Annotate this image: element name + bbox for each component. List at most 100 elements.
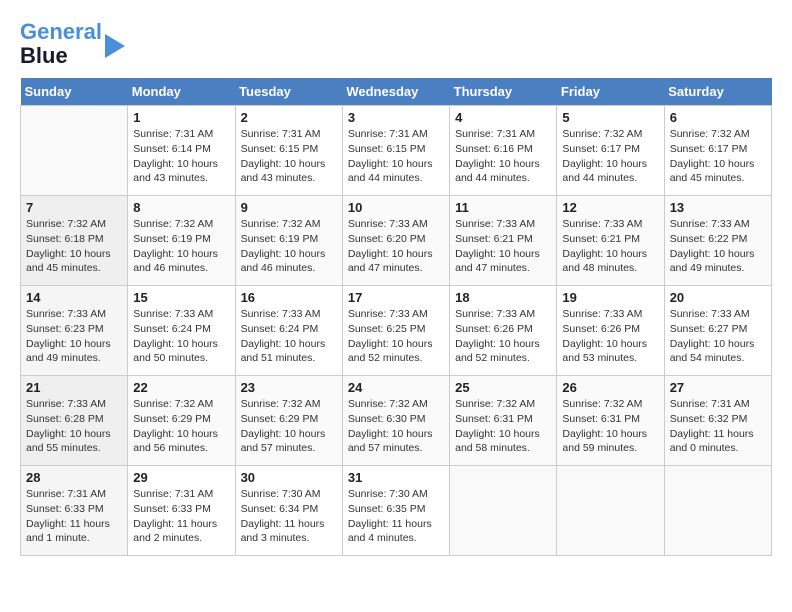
day-number: 7: [26, 200, 122, 215]
day-number: 15: [133, 290, 229, 305]
week-row-1: 1 Sunrise: 7:31 AM Sunset: 6:14 PM Daylig…: [21, 106, 772, 196]
day-number: 1: [133, 110, 229, 125]
day-detail: Sunrise: 7:32 AM Sunset: 6:31 PM Dayligh…: [455, 397, 551, 456]
calendar-table: SundayMondayTuesdayWednesdayThursdayFrid…: [20, 78, 772, 556]
calendar-cell: 22 Sunrise: 7:32 AM Sunset: 6:29 PM Dayli…: [128, 376, 235, 466]
day-detail: Sunrise: 7:33 AM Sunset: 6:21 PM Dayligh…: [562, 217, 658, 276]
calendar-cell: 17Sunrise: 7:33 AM Sunset: 6:25 PM Dayli…: [342, 286, 449, 376]
logo-text-blue: Blue: [20, 44, 102, 68]
calendar-cell: 18 Sunrise: 7:33 AM Sunset: 6:26 PM Dayli…: [450, 286, 557, 376]
calendar-cell: 21 Sunrise: 7:33 AM Sunset: 6:28 PM Dayli…: [21, 376, 128, 466]
day-number: 4: [455, 110, 551, 125]
day-detail: Sunrise: 7:31 AM Sunset: 6:16 PM Dayligh…: [455, 127, 551, 186]
day-detail: Sunrise: 7:32 AM Sunset: 6:17 PM Dayligh…: [670, 127, 766, 186]
calendar-cell: 7 Sunrise: 7:32 AM Sunset: 6:18 PM Daylig…: [21, 196, 128, 286]
calendar-cell: 20 Sunrise: 7:33 AM Sunset: 6:27 PM Dayli…: [664, 286, 771, 376]
calendar-cell: 6 Sunrise: 7:32 AM Sunset: 6:17 PM Daylig…: [664, 106, 771, 196]
day-number: 24: [348, 380, 444, 395]
day-detail: Sunrise: 7:33 AM Sunset: 6:24 PM Dayligh…: [241, 307, 337, 366]
day-number: 8: [133, 200, 229, 215]
day-number: 13: [670, 200, 766, 215]
day-detail: Sunrise: 7:30 AM Sunset: 6:34 PM Dayligh…: [241, 487, 337, 546]
col-header-sunday: Sunday: [21, 78, 128, 106]
day-detail: Sunrise: 7:33 AM Sunset: 6:23 PM Dayligh…: [26, 307, 122, 366]
day-number: 21: [26, 380, 122, 395]
calendar-cell: [557, 466, 664, 556]
calendar-cell: 2 Sunrise: 7:31 AM Sunset: 6:15 PM Daylig…: [235, 106, 342, 196]
day-detail: Sunrise: 7:32 AM Sunset: 6:29 PM Dayligh…: [133, 397, 229, 456]
day-number: 31: [348, 470, 444, 485]
col-header-wednesday: Wednesday: [342, 78, 449, 106]
day-detail: Sunrise: 7:31 AM Sunset: 6:14 PM Dayligh…: [133, 127, 229, 186]
page-header: General Blue: [20, 20, 772, 68]
calendar-cell: 10 Sunrise: 7:33 AM Sunset: 6:20 PM Dayli…: [342, 196, 449, 286]
calendar-cell: [450, 466, 557, 556]
day-number: 30: [241, 470, 337, 485]
day-detail: Sunrise: 7:33 AM Sunset: 6:20 PM Dayligh…: [348, 217, 444, 276]
calendar-cell: [21, 106, 128, 196]
calendar-cell: 26 Sunrise: 7:32 AM Sunset: 6:31 PM Dayli…: [557, 376, 664, 466]
col-header-thursday: Thursday: [450, 78, 557, 106]
col-header-tuesday: Tuesday: [235, 78, 342, 106]
calendar-cell: 11 Sunrise: 7:33 AM Sunset: 6:21 PM Dayli…: [450, 196, 557, 286]
day-detail: Sunrise: 7:31 AM Sunset: 6:15 PM Dayligh…: [241, 127, 337, 186]
calendar-cell: 4 Sunrise: 7:31 AM Sunset: 6:16 PM Daylig…: [450, 106, 557, 196]
day-detail: Sunrise: 7:33 AM Sunset: 6:27 PM Dayligh…: [670, 307, 766, 366]
calendar-cell: 23 Sunrise: 7:32 AM Sunset: 6:29 PM Dayli…: [235, 376, 342, 466]
calendar-cell: 8Sunrise: 7:32 AM Sunset: 6:19 PM Daylig…: [128, 196, 235, 286]
calendar-cell: 3Sunrise: 7:31 AM Sunset: 6:15 PM Daylig…: [342, 106, 449, 196]
day-number: 22: [133, 380, 229, 395]
col-header-friday: Friday: [557, 78, 664, 106]
calendar-cell: 24 Sunrise: 7:32 AM Sunset: 6:30 PM Dayli…: [342, 376, 449, 466]
calendar-cell: 1 Sunrise: 7:31 AM Sunset: 6:14 PM Daylig…: [128, 106, 235, 196]
calendar-cell: 14 Sunrise: 7:33 AM Sunset: 6:23 PM Dayli…: [21, 286, 128, 376]
day-detail: Sunrise: 7:30 AM Sunset: 6:35 PM Dayligh…: [348, 487, 444, 546]
calendar-cell: 9 Sunrise: 7:32 AM Sunset: 6:19 PM Daylig…: [235, 196, 342, 286]
day-number: 10: [348, 200, 444, 215]
day-detail: Sunrise: 7:33 AM Sunset: 6:24 PM Dayligh…: [133, 307, 229, 366]
day-number: 5: [562, 110, 658, 125]
calendar-cell: 30 Sunrise: 7:30 AM Sunset: 6:34 PM Dayli…: [235, 466, 342, 556]
week-row-4: 21 Sunrise: 7:33 AM Sunset: 6:28 PM Dayli…: [21, 376, 772, 466]
day-number: 20: [670, 290, 766, 305]
day-detail: Sunrise: 7:33 AM Sunset: 6:26 PM Dayligh…: [455, 307, 551, 366]
day-number: 28: [26, 470, 122, 485]
day-number: 26: [562, 380, 658, 395]
header-row: SundayMondayTuesdayWednesdayThursdayFrid…: [21, 78, 772, 106]
day-number: 23: [241, 380, 337, 395]
day-detail: Sunrise: 7:33 AM Sunset: 6:22 PM Dayligh…: [670, 217, 766, 276]
day-number: 14: [26, 290, 122, 305]
logo-arrow-icon: [105, 34, 125, 58]
day-detail: Sunrise: 7:32 AM Sunset: 6:29 PM Dayligh…: [241, 397, 337, 456]
day-number: 29: [133, 470, 229, 485]
col-header-monday: Monday: [128, 78, 235, 106]
calendar-cell: 25 Sunrise: 7:32 AM Sunset: 6:31 PM Dayli…: [450, 376, 557, 466]
calendar-cell: 27 Sunrise: 7:31 AM Sunset: 6:32 PM Dayli…: [664, 376, 771, 466]
calendar-cell: 5Sunrise: 7:32 AM Sunset: 6:17 PM Daylig…: [557, 106, 664, 196]
day-detail: Sunrise: 7:31 AM Sunset: 6:32 PM Dayligh…: [670, 397, 766, 456]
day-detail: Sunrise: 7:32 AM Sunset: 6:31 PM Dayligh…: [562, 397, 658, 456]
col-header-saturday: Saturday: [664, 78, 771, 106]
day-number: 25: [455, 380, 551, 395]
calendar-cell: [664, 466, 771, 556]
day-number: 18: [455, 290, 551, 305]
day-number: 2: [241, 110, 337, 125]
day-number: 17: [348, 290, 444, 305]
day-detail: Sunrise: 7:33 AM Sunset: 6:28 PM Dayligh…: [26, 397, 122, 456]
week-row-2: 7 Sunrise: 7:32 AM Sunset: 6:18 PM Daylig…: [21, 196, 772, 286]
day-number: 11: [455, 200, 551, 215]
calendar-cell: 19Sunrise: 7:33 AM Sunset: 6:26 PM Dayli…: [557, 286, 664, 376]
day-number: 6: [670, 110, 766, 125]
day-number: 27: [670, 380, 766, 395]
day-detail: Sunrise: 7:31 AM Sunset: 6:33 PM Dayligh…: [26, 487, 122, 546]
day-detail: Sunrise: 7:33 AM Sunset: 6:21 PM Dayligh…: [455, 217, 551, 276]
day-detail: Sunrise: 7:32 AM Sunset: 6:18 PM Dayligh…: [26, 217, 122, 276]
day-detail: Sunrise: 7:32 AM Sunset: 6:19 PM Dayligh…: [241, 217, 337, 276]
calendar-cell: 15 Sunrise: 7:33 AM Sunset: 6:24 PM Dayli…: [128, 286, 235, 376]
calendar-cell: 12Sunrise: 7:33 AM Sunset: 6:21 PM Dayli…: [557, 196, 664, 286]
day-number: 9: [241, 200, 337, 215]
day-detail: Sunrise: 7:31 AM Sunset: 6:33 PM Dayligh…: [133, 487, 229, 546]
day-detail: Sunrise: 7:32 AM Sunset: 6:30 PM Dayligh…: [348, 397, 444, 456]
day-number: 19: [562, 290, 658, 305]
logo-text-general: General: [20, 19, 102, 44]
